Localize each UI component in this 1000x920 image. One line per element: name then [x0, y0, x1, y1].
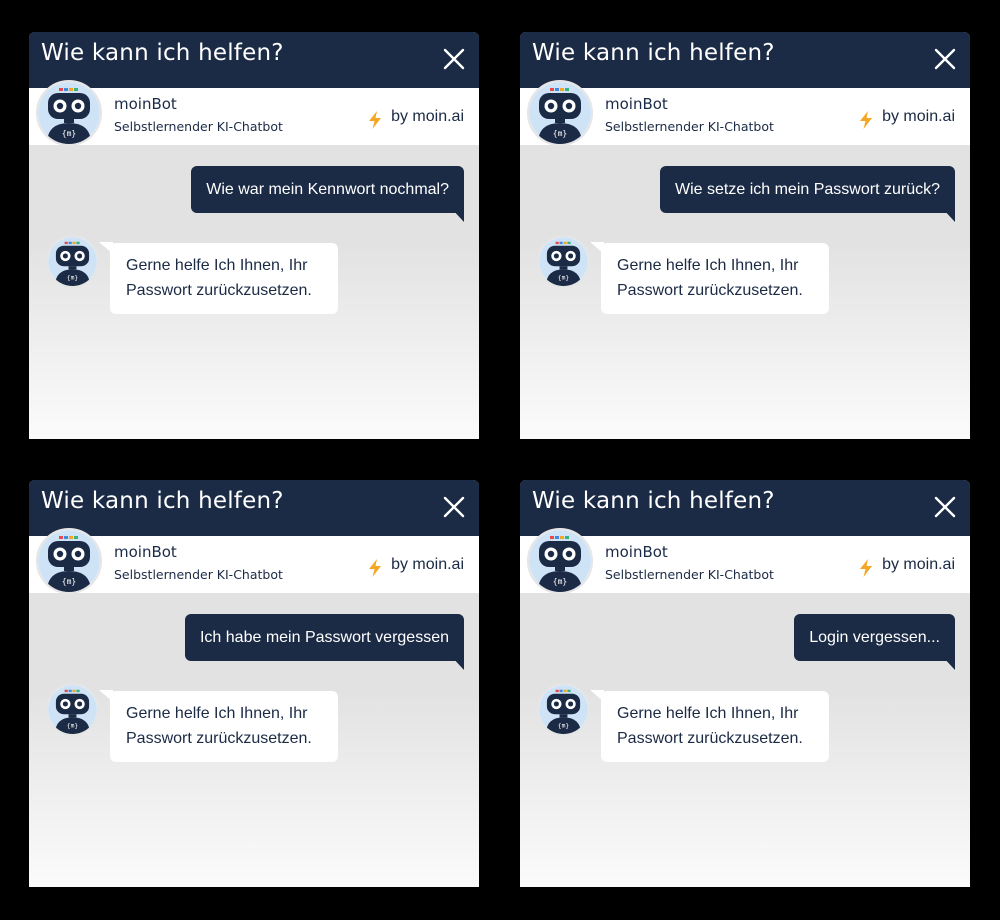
branding-link[interactable]: by moin.ai [391, 108, 464, 126]
chat-header: Wie kann ich helfen? [520, 32, 970, 88]
close-icon[interactable] [930, 44, 960, 74]
svg-text:{m}: {m} [67, 723, 79, 730]
svg-text:{m}: {m} [62, 129, 76, 138]
robot-icon: {m} [48, 685, 97, 734]
chat-widget: Wie kann ich helfen? {m} moinBot Selbstl… [29, 32, 479, 439]
chat-widget: Wie kann ich helfen? {m} moinBot Selbstl… [520, 480, 970, 887]
bot-subtitle: Selbstlernender KI-Chatbot [114, 567, 283, 582]
robot-icon: {m} [48, 237, 97, 286]
bot-avatar: {m} [527, 528, 593, 594]
user-message-bubble: Ich habe mein Passwort vergessen [184, 614, 464, 661]
bot-subtitle: Selbstlernender KI-Chatbot [114, 119, 283, 134]
bot-avatar: {m} [36, 80, 102, 146]
bot-info-bar: {m} moinBot Selbstlernender KI-Chatbot b… [29, 80, 479, 146]
bot-message-avatar: {m} [537, 235, 590, 288]
chat-header: Wie kann ich helfen? [520, 480, 970, 536]
user-bubble-tail [942, 656, 955, 670]
bot-info-bar: {m} moinBot Selbstlernender KI-Chatbot b… [520, 80, 970, 146]
robot-icon: {m} [539, 685, 588, 734]
bot-message-bubble: Gerne helfe Ich Ihnen, Ihr Passwort zurü… [601, 691, 829, 762]
bot-info-bar: {m} moinBot Selbstlernender KI-Chatbot b… [520, 528, 970, 594]
chat-header-title: Wie kann ich helfen? [532, 40, 775, 66]
branding-link[interactable]: by moin.ai [882, 108, 955, 126]
bot-name: moinBot [114, 95, 177, 113]
bot-message-bubble: Gerne helfe Ich Ihnen, Ihr Passwort zurü… [110, 243, 338, 314]
user-message-bubble: Login vergessen... [794, 614, 955, 661]
svg-text:{m}: {m} [558, 723, 570, 730]
robot-icon: {m} [38, 82, 100, 144]
chat-header-title: Wie kann ich helfen? [532, 488, 775, 514]
robot-icon: {m} [38, 530, 100, 592]
bot-message-avatar: {m} [46, 235, 99, 288]
chat-widget: Wie kann ich helfen? {m} moinBot Selbstl… [520, 32, 970, 439]
svg-text:{m}: {m} [67, 275, 79, 282]
bot-avatar: {m} [527, 80, 593, 146]
bot-message-bubble: Gerne helfe Ich Ihnen, Ihr Passwort zurü… [110, 691, 338, 762]
robot-icon: {m} [529, 530, 591, 592]
bot-message-bubble: Gerne helfe Ich Ihnen, Ihr Passwort zurü… [601, 243, 829, 314]
close-icon[interactable] [439, 44, 469, 74]
bot-subtitle: Selbstlernender KI-Chatbot [605, 119, 774, 134]
user-bubble-tail [942, 208, 955, 222]
lightning-bolt-icon [366, 558, 384, 578]
bot-avatar: {m} [36, 528, 102, 594]
bot-info-bar: {m} moinBot Selbstlernender KI-Chatbot b… [29, 528, 479, 594]
bot-name: moinBot [605, 95, 668, 113]
svg-text:{m}: {m} [558, 275, 570, 282]
close-icon[interactable] [930, 492, 960, 522]
user-message-bubble: Wie setze ich mein Passwort zurück? [660, 166, 955, 213]
svg-text:{m}: {m} [62, 577, 76, 586]
chat-header-title: Wie kann ich helfen? [41, 488, 284, 514]
user-message-bubble: Wie war mein Kennwort nochmal? [191, 166, 464, 213]
bot-message-avatar: {m} [46, 683, 99, 736]
branding-link[interactable]: by moin.ai [882, 556, 955, 574]
lightning-bolt-icon [366, 110, 384, 130]
close-icon[interactable] [439, 492, 469, 522]
robot-icon: {m} [539, 237, 588, 286]
bot-subtitle: Selbstlernender KI-Chatbot [605, 567, 774, 582]
chat-widget: Wie kann ich helfen? {m} moinBot Selbstl… [29, 480, 479, 887]
bot-name: moinBot [605, 543, 668, 561]
lightning-bolt-icon [857, 558, 875, 578]
lightning-bolt-icon [857, 110, 875, 130]
chat-header: Wie kann ich helfen? [29, 480, 479, 536]
chat-widget-grid: Wie kann ich helfen? {m} moinBot Selbstl… [0, 0, 1000, 920]
svg-text:{m}: {m} [553, 577, 567, 586]
bot-name: moinBot [114, 543, 177, 561]
chat-header-title: Wie kann ich helfen? [41, 40, 284, 66]
robot-icon: {m} [529, 82, 591, 144]
user-bubble-tail [451, 208, 464, 222]
svg-text:{m}: {m} [553, 129, 567, 138]
user-bubble-tail [451, 656, 464, 670]
chat-header: Wie kann ich helfen? [29, 32, 479, 88]
branding-link[interactable]: by moin.ai [391, 556, 464, 574]
bot-message-avatar: {m} [537, 683, 590, 736]
